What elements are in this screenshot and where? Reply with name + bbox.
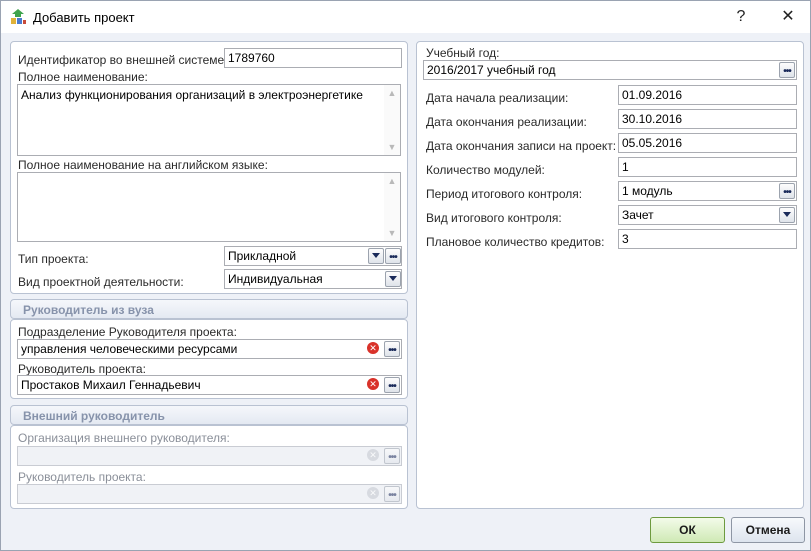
cancel-button[interactable]: Отмена: [731, 517, 805, 543]
more-options-icon[interactable]: •••: [779, 62, 795, 78]
title-bar: Добавить проект ? ✕: [1, 1, 810, 33]
more-options-icon[interactable]: •••: [384, 341, 400, 357]
full-name-value: Анализ функционирования организаций в эл…: [21, 88, 363, 102]
more-options-icon[interactable]: •••: [779, 183, 795, 199]
app-icon: [11, 9, 26, 24]
external-head-field[interactable]: ✕ •••: [17, 484, 402, 504]
project-type-label: Тип проекта:: [18, 252, 89, 266]
scroll-down-icon[interactable]: ▼: [384, 139, 400, 155]
external-org-label: Организация внешнего руководителя:: [18, 431, 230, 445]
modules-value: 1: [622, 160, 629, 174]
scroll-up-icon[interactable]: ▲: [384, 85, 400, 101]
clear-icon[interactable]: ✕: [366, 377, 382, 393]
credits-label: Плановое количество кредитов:: [426, 235, 605, 249]
close-button[interactable]: ✕: [766, 1, 810, 33]
activity-type-select[interactable]: Индивидуальная: [224, 269, 402, 289]
modules-label: Количество модулей:: [426, 163, 545, 177]
dropdown-arrow-icon[interactable]: [368, 248, 384, 264]
supervisor-head-value: Простаков Михаил Геннадьевич: [21, 378, 201, 392]
activity-type-label: Вид проектной деятельности:: [18, 275, 184, 289]
schedule-panel: Учебный год: 2016/2017 учебный год ••• Д…: [416, 41, 804, 509]
more-options-icon[interactable]: •••: [385, 248, 401, 264]
external-panel: Организация внешнего руководителя: ✕ •••…: [10, 425, 408, 509]
supervisor-head-label: Руководитель проекта:: [18, 362, 146, 376]
window-title: Добавить проект: [33, 10, 135, 25]
more-options-icon[interactable]: •••: [384, 377, 400, 393]
clear-icon[interactable]: ✕: [366, 341, 382, 357]
control-type-label: Вид итогового контроля:: [426, 211, 562, 225]
dropdown-arrow-icon[interactable]: [385, 271, 401, 287]
supervisor-head-field[interactable]: Простаков Михаил Геннадьевич ✕ •••: [17, 375, 402, 395]
help-button[interactable]: ?: [719, 1, 763, 33]
end-date-value: 30.10.2016: [622, 112, 683, 126]
start-date-value: 01.09.2016: [622, 88, 683, 102]
scroll-up-icon[interactable]: ▲: [384, 173, 400, 189]
external-id-label: Идентификатор во внешней системе:: [18, 53, 228, 67]
full-name-textarea[interactable]: Анализ функционирования организаций в эл…: [17, 84, 401, 156]
department-field[interactable]: управления человеческими ресурсами ✕ •••: [17, 339, 402, 359]
enroll-end-value: 05.05.2016: [622, 136, 683, 150]
academic-year-field[interactable]: 2016/2017 учебный год •••: [423, 60, 797, 80]
start-date-field[interactable]: 01.09.2016: [618, 85, 797, 105]
end-date-label: Дата окончания реализации:: [426, 115, 587, 129]
clear-icon[interactable]: ✕: [366, 448, 382, 464]
control-period-label: Период итогового контроля:: [426, 187, 583, 201]
control-type-value: Зачет: [622, 208, 654, 222]
start-date-label: Дата начала реализации:: [426, 91, 569, 105]
control-period-field[interactable]: 1 модуль •••: [618, 181, 797, 201]
enroll-end-label: Дата окончания записи на проект:: [426, 139, 617, 153]
enroll-end-field[interactable]: 05.05.2016: [618, 133, 797, 153]
full-name-en-scrollbar[interactable]: ▲ ▼: [384, 173, 400, 241]
more-options-icon[interactable]: •••: [384, 448, 400, 464]
activity-type-value: Индивидуальная: [228, 272, 323, 286]
external-id-value: 1789760: [228, 51, 275, 65]
full-name-scrollbar[interactable]: ▲ ▼: [384, 85, 400, 155]
full-name-en-textarea[interactable]: ▲ ▼: [17, 172, 401, 242]
department-label: Подразделение Руководителя проекта:: [18, 325, 237, 339]
credits-value: 3: [622, 232, 629, 246]
scroll-down-icon[interactable]: ▼: [384, 225, 400, 241]
supervisor-group-title: Руководитель из вуза: [23, 303, 154, 317]
dialog-window: Добавить проект ? ✕ Идентификатор во вне…: [0, 0, 811, 551]
control-type-select[interactable]: Зачет: [618, 205, 797, 225]
clear-icon[interactable]: ✕: [366, 486, 382, 502]
ok-button[interactable]: ОК: [650, 517, 725, 543]
credits-field[interactable]: 3: [618, 229, 797, 249]
academic-year-label: Учебный год:: [426, 46, 500, 60]
full-name-label: Полное наименование:: [18, 70, 148, 84]
department-value: управления человеческими ресурсами: [21, 342, 238, 356]
supervisor-group-header: Руководитель из вуза: [10, 299, 408, 319]
control-period-value: 1 модуль: [622, 184, 673, 198]
dropdown-arrow-icon[interactable]: [779, 207, 795, 223]
supervisor-panel: Подразделение Руководителя проекта: упра…: [10, 319, 408, 399]
project-info-panel: Идентификатор во внешней системе: 178976…: [10, 41, 408, 294]
academic-year-value: 2016/2017 учебный год: [427, 63, 556, 77]
end-date-field[interactable]: 30.10.2016: [618, 109, 797, 129]
full-name-en-label: Полное наименование на английском языке:: [18, 158, 268, 172]
more-options-icon[interactable]: •••: [384, 486, 400, 502]
external-org-field[interactable]: ✕ •••: [17, 446, 402, 466]
project-type-select[interactable]: Прикладной •••: [224, 246, 402, 266]
project-type-value: Прикладной: [228, 249, 297, 263]
external-group-header: Внешний руководитель: [10, 405, 408, 425]
external-head-label: Руководитель проекта:: [18, 470, 146, 484]
modules-field[interactable]: 1: [618, 157, 797, 177]
external-group-title: Внешний руководитель: [23, 409, 165, 423]
external-id-field[interactable]: 1789760: [224, 48, 402, 68]
